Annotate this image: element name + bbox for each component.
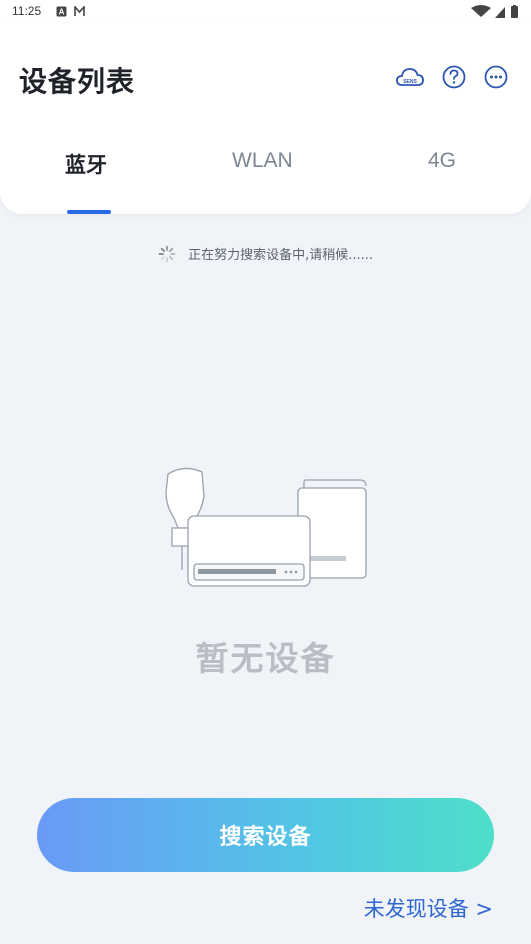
status-indicators [471,5,518,18]
empty-state-message: 暂无设备 [195,639,336,678]
header-card: 设备列表 SENS 蓝牙 WLAN 4G [0,24,531,214]
tab-active-indicator [67,210,111,214]
tab-bluetooth[interactable]: 蓝牙 [65,149,107,179]
a-box-icon: A [56,6,67,17]
battery-icon [511,5,518,18]
more-icon[interactable] [481,62,511,92]
device-not-found-link[interactable]: 未发现设备 > [364,893,493,923]
cloud-sens-icon[interactable]: SENS [395,62,425,92]
m-notif-icon [74,6,85,16]
svg-text:SENS: SENS [403,79,417,85]
loading-spinner-icon [158,245,176,262]
status-bar: 11:25 A [0,0,531,24]
svg-text:A: A [59,8,65,17]
devices-illustration [165,467,367,587]
tab-4g[interactable]: 4G [428,149,456,173]
status-time: 11:25 [12,4,42,18]
search-status-text: 正在努力搜索设备中,请稍候...... [188,248,374,263]
tab-wlan[interactable]: WLAN [232,149,293,173]
search-devices-button[interactable]: 搜索设备 [37,798,494,872]
signal-icon [495,7,505,18]
wifi-icon [471,5,491,17]
search-status: 正在努力搜索设备中,请稍候...... [0,244,531,263]
page-title: 设备列表 [19,65,136,98]
help-icon[interactable] [439,62,469,92]
